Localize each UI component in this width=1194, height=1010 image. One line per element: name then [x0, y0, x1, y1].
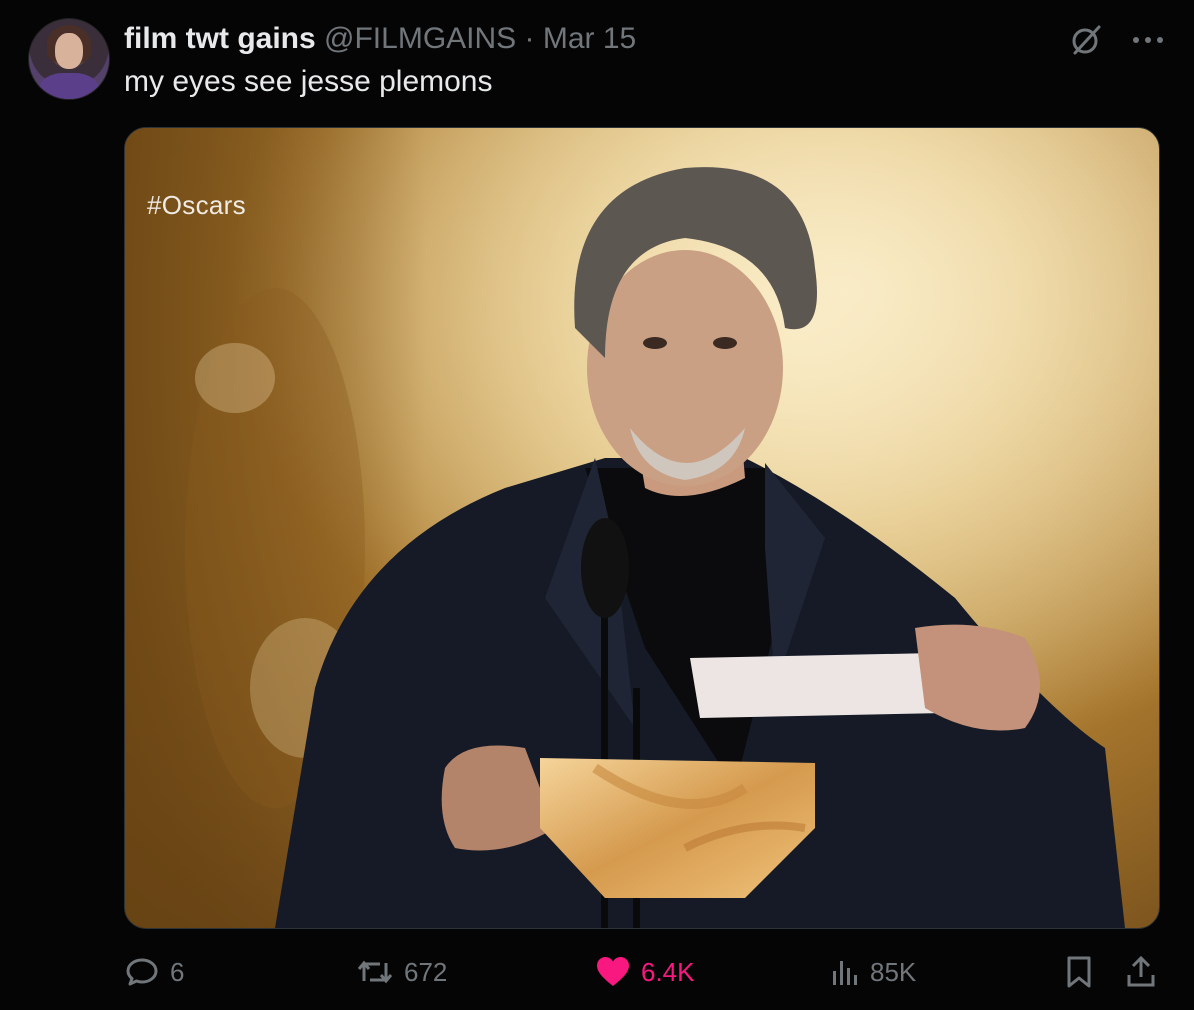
- like-button[interactable]: 6.4K: [595, 950, 695, 994]
- tweet-media-photo[interactable]: #Oscars: [124, 127, 1160, 929]
- reply-icon: [124, 954, 160, 990]
- repost-button[interactable]: 672: [356, 950, 447, 994]
- share-button[interactable]: [1124, 950, 1158, 994]
- share-icon: [1124, 955, 1158, 989]
- views-count: 85K: [870, 956, 917, 987]
- avatar-face: [55, 33, 83, 69]
- bookmark-icon: [1064, 955, 1094, 989]
- avatar-body: [39, 73, 99, 99]
- more-icon[interactable]: [1128, 22, 1168, 58]
- post-date[interactable]: Mar 15: [543, 22, 636, 55]
- separator-dot: ·: [524, 22, 535, 55]
- grok-icon[interactable]: [1066, 22, 1106, 58]
- views-icon: [830, 957, 860, 987]
- top-right-actions: [1066, 22, 1168, 58]
- views-button[interactable]: 85K: [830, 950, 916, 994]
- reply-button[interactable]: 6: [124, 950, 184, 994]
- oscars-hashtag-overlay: #Oscars: [147, 190, 246, 220]
- tweet-container: film twt gains @FILMGAINS · Mar 15 my ey…: [0, 0, 1194, 1010]
- user-avatar[interactable]: [28, 18, 110, 100]
- repost-count: 672: [404, 956, 448, 987]
- display-name[interactable]: film twt gains: [124, 22, 316, 55]
- action-bar: 6 672 6.4K 85K: [124, 950, 1162, 994]
- tweet-text: my eyes see jesse plemons: [124, 65, 493, 98]
- repost-icon: [356, 955, 394, 989]
- tweet-header: film twt gains @FILMGAINS · Mar 15: [124, 20, 636, 58]
- user-handle[interactable]: @FILMGAINS: [324, 22, 516, 55]
- bookmark-button[interactable]: [1064, 950, 1094, 994]
- reply-count: 6: [170, 956, 185, 987]
- like-icon: [595, 955, 631, 989]
- like-count: 6.4K: [641, 956, 695, 987]
- photo-scene: [125, 128, 1159, 928]
